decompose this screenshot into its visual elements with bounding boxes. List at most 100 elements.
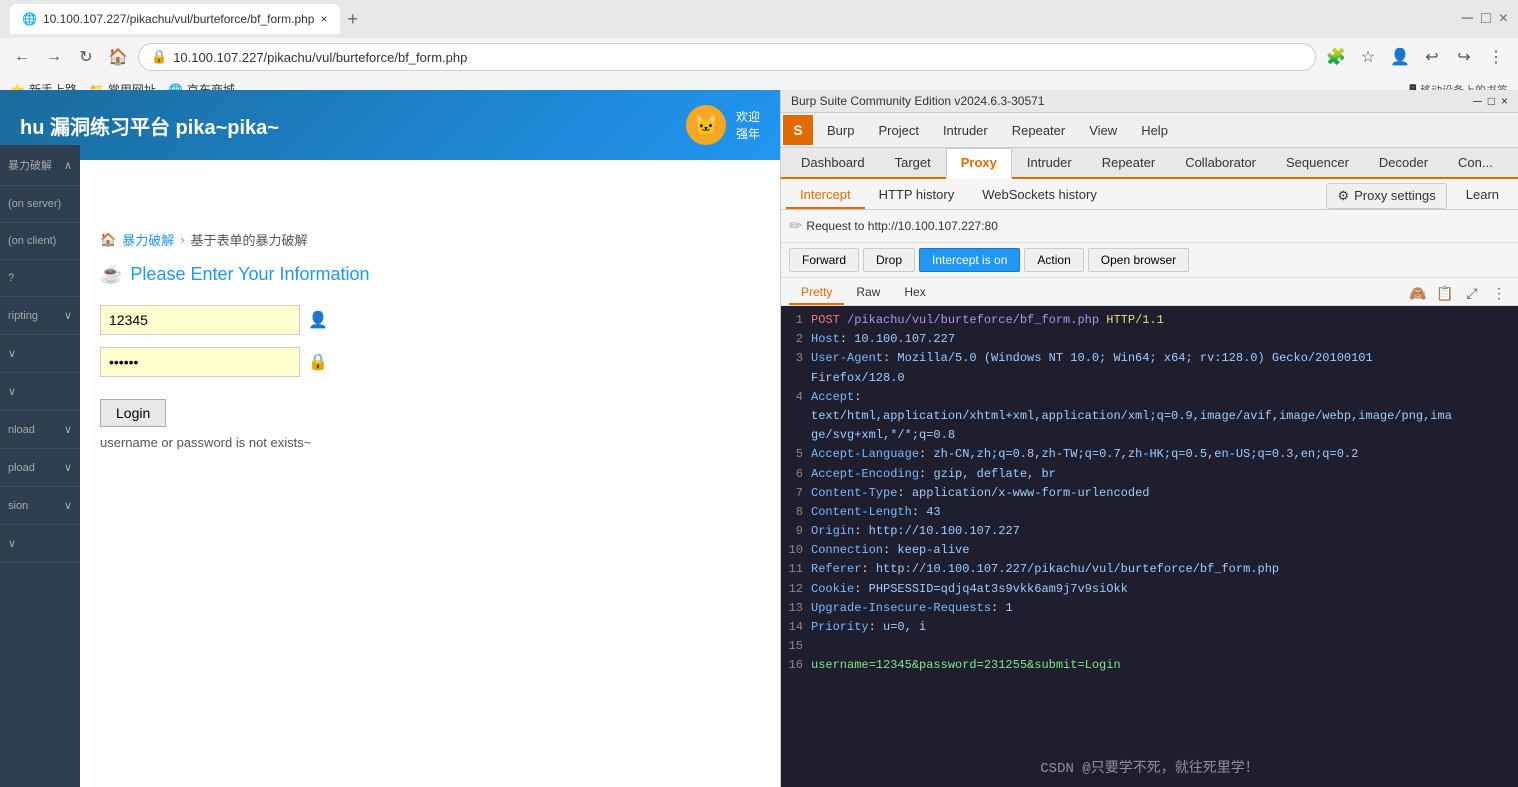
browser-tab[interactable]: 🌐 10.100.107.227/pikachu/vul/burteforce/… [10,4,340,34]
sidebar-chevron-5: ∨ [64,309,72,322]
more-icon[interactable]: ⋮ [1488,282,1510,304]
sidebar-label-9: pload [8,462,35,474]
menu-intruder[interactable]: Intruder [931,117,1000,144]
http-line-4a: 4 Accept: [786,388,1513,407]
lock-icon: 🔒 [151,49,167,65]
close-btn[interactable]: × [1499,10,1508,28]
site-header: hu 漏洞练习平台 pika~pika~ 🐱 欢迎 强年 [0,90,780,160]
subtab-intercept[interactable]: Intercept [786,182,865,209]
browser-nav-bar: ← → ↻ 🏠 🔒 10.100.107.227/pikachu/vul/bur… [0,38,1518,76]
tab-target[interactable]: Target [880,148,946,177]
star-btn[interactable]: ☆ [1356,45,1380,69]
url-bar[interactable]: 🔒 10.100.107.227/pikachu/vul/burteforce/… [138,43,1316,71]
sidebar-item-8[interactable]: nload ∨ [0,411,80,449]
minimize-btn[interactable]: ─ [1462,10,1473,28]
url-text: 10.100.107.227/pikachu/vul/burteforce/bf… [173,50,467,65]
site-title: hu 漏洞练习平台 pika~pika~ [20,111,279,140]
browser-chrome: 🌐 10.100.107.227/pikachu/vul/burteforce/… [0,0,1518,90]
user-greeting: 欢迎 强年 [736,108,760,142]
history-fwd-btn[interactable]: ↪ [1452,45,1476,69]
username-group: 👤 [100,305,760,335]
menu-help[interactable]: Help [1129,117,1180,144]
tab-collaborator[interactable]: Collaborator [1170,148,1271,177]
subtab-http-history[interactable]: HTTP history [865,182,969,209]
avatar: 🐱 [686,105,726,145]
req-tab-icons: 🙈 📋 ⤢ ⋮ [1407,282,1510,304]
http-content[interactable]: 1 POST /pikachu/vul/burteforce/bf_form.p… [781,306,1518,787]
intercept-on-button[interactable]: Intercept is on [919,248,1020,272]
username-input[interactable] [100,305,300,335]
burp-title-bar: Burp Suite Community Edition v2024.6.3-3… [781,90,1518,113]
menu-repeater[interactable]: Repeater [1000,117,1077,144]
req-tab-pretty[interactable]: Pretty [789,281,844,305]
sidebar-label-1: 暴力破解 [8,157,52,173]
tab-intruder[interactable]: Intruder [1012,148,1087,177]
burp-min-btn[interactable]: ─ [1473,94,1482,108]
burp-panel: Burp Suite Community Edition v2024.6.3-3… [780,90,1518,787]
http-line-11: 11 Referer: http://10.100.107.227/pikach… [786,560,1513,579]
new-tab-btn[interactable]: + [348,9,359,30]
forward-button[interactable]: Forward [789,248,859,272]
burp-max-btn[interactable]: □ [1488,94,1495,108]
req-tab-raw[interactable]: Raw [844,281,892,305]
breadcrumb-link-1[interactable]: 暴力破解 [122,230,174,249]
tab-sequencer[interactable]: Sequencer [1271,148,1364,177]
sidebar-label-10: sion [8,500,28,512]
sidebar-item-5[interactable]: ripting ∨ [0,297,80,335]
subtab-learn[interactable]: Learn [1452,182,1513,209]
sidebar-label-4: ? [8,272,14,284]
site-header-right: 🐱 欢迎 强年 [686,105,760,145]
sidebar-label-3: (on client) [8,235,56,247]
sidebar-chevron-9: ∨ [64,461,72,474]
http-line-3a: 3 User-Agent: Mozilla/5.0 (Windows NT 10… [786,349,1513,368]
sidebar-item-9[interactable]: pload ∨ [0,449,80,487]
tab-repeater[interactable]: Repeater [1087,148,1170,177]
profile-btn[interactable]: 👤 [1388,45,1412,69]
home-icon: 🏠 [100,232,116,248]
copy-icon[interactable]: 📋 [1434,282,1456,304]
drop-button[interactable]: Drop [863,248,915,272]
menu-btn[interactable]: ⋮ [1484,45,1508,69]
open-browser-button[interactable]: Open browser [1088,248,1189,272]
subtab-websockets-history[interactable]: WebSockets history [968,182,1111,209]
eye-off-icon[interactable]: 🙈 [1407,282,1429,304]
sidebar-item-4[interactable]: ? [0,260,80,297]
sidebar-item-1[interactable]: 暴力破解 ∧ [0,145,80,186]
home-btn[interactable]: 🏠 [106,45,130,69]
req-tab-hex[interactable]: Hex [892,281,937,305]
login-button[interactable]: Login [100,399,166,427]
tab-dashboard[interactable]: Dashboard [786,148,880,177]
password-input[interactable] [100,347,300,377]
forward-btn[interactable]: → [42,45,66,69]
tab-con[interactable]: Con... [1443,148,1508,177]
expand-icon[interactable]: ⤢ [1461,282,1483,304]
password-row: 🔒 [100,347,760,377]
proxy-settings-btn[interactable]: ⚙ Proxy settings [1326,183,1446,209]
burp-title-text: Burp Suite Community Edition v2024.6.3-3… [791,94,1044,108]
sidebar-chevron-11: ∨ [8,537,16,550]
tab-close-icon[interactable]: × [320,12,327,26]
back-btn[interactable]: ← [10,45,34,69]
sidebar-item-6[interactable]: ∨ [0,335,80,373]
sidebar-item-3[interactable]: (on client) [0,223,80,260]
tab-decoder[interactable]: Decoder [1364,148,1443,177]
history-back-btn[interactable]: ↩ [1420,45,1444,69]
watermark: CSDN @只要学不死，就往死里学！ [781,757,1518,777]
sidebar-item-7[interactable]: ∨ [0,373,80,411]
menu-view[interactable]: View [1077,117,1129,144]
extensions-btn[interactable]: 🧩 [1324,45,1348,69]
maximize-btn[interactable]: □ [1481,10,1491,28]
menu-burp[interactable]: Burp [815,117,866,144]
sidebar-item-2[interactable]: (on server) [0,186,80,223]
tab-favicon: 🌐 [22,12,37,26]
refresh-btn[interactable]: ↻ [74,45,98,69]
menu-project[interactable]: Project [866,117,930,144]
sidebar-item-10[interactable]: sion ∨ [0,487,80,525]
burp-close-btn[interactable]: × [1501,94,1508,108]
tab-proxy[interactable]: Proxy [946,148,1012,179]
sidebar-item-11[interactable]: ∨ [0,525,80,563]
sidebar-label-2: (on server) [8,198,61,210]
sidebar-label-5: ripting [8,310,38,322]
proxy-settings-label: Proxy settings [1354,188,1436,203]
action-button[interactable]: Action [1024,248,1083,272]
